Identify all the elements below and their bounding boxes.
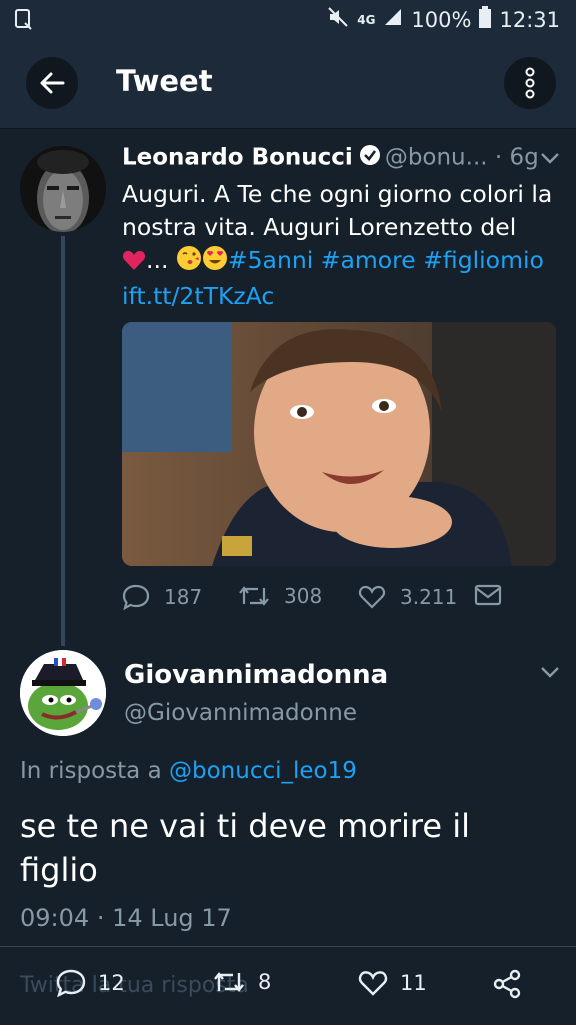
share-button[interactable] xyxy=(492,969,522,999)
kiss-face-icon xyxy=(176,245,202,280)
reply-button[interactable]: 187 xyxy=(122,584,202,610)
more-options-button[interactable] xyxy=(504,57,556,109)
tweet-text: Auguri. A Te che ogni giorno colori la n… xyxy=(122,178,562,313)
like-button[interactable]: 3.211 xyxy=(358,584,457,610)
hashtag-link[interactable]: #5anni xyxy=(228,246,313,274)
ellipsis: ... xyxy=(146,246,169,274)
like-count: 3.211 xyxy=(400,585,458,609)
verified-badge-icon xyxy=(359,144,381,172)
signal-icon xyxy=(383,7,403,32)
share-icon xyxy=(493,969,521,999)
thread-line xyxy=(61,236,65,646)
direct-message-button[interactable] xyxy=(474,584,502,606)
reply-count: 187 xyxy=(164,585,203,609)
tweet-header: Leonardo Bonucci @bonu... · 6g xyxy=(122,144,562,178)
page-title: Tweet xyxy=(116,64,213,98)
status-bar: 4G 100% 12:31 xyxy=(0,0,576,40)
hashtag-link[interactable]: #amore xyxy=(321,246,416,274)
retweet-icon xyxy=(214,972,244,992)
separator-dot: · xyxy=(494,144,503,171)
tweet-photo[interactable] xyxy=(122,322,556,566)
avatar[interactable] xyxy=(20,146,106,232)
reply-count: 12 xyxy=(98,971,125,995)
back-button[interactable] xyxy=(26,57,78,109)
tweet-text-line: Auguri. A Te che ogni giorno colori la xyxy=(122,180,553,208)
battery-percent: 100% xyxy=(411,7,472,32)
author-handle[interactable]: @Giovannimadonne xyxy=(124,700,357,726)
replying-to: In risposta a @bonucci_leo19 xyxy=(20,758,357,784)
tweet-age: 6g xyxy=(509,144,539,171)
avatar[interactable] xyxy=(20,650,106,736)
app-bar: Tweet xyxy=(0,40,576,129)
envelope-icon xyxy=(474,584,502,606)
heart-eyes-icon xyxy=(202,245,228,280)
arrow-left-icon xyxy=(40,72,65,94)
mute-icon xyxy=(327,6,349,33)
reply-icon xyxy=(122,584,150,610)
chevron-down-icon[interactable] xyxy=(540,664,560,683)
hashtag-link[interactable]: #figliomio xyxy=(423,246,544,274)
battery-icon xyxy=(479,6,492,33)
like-button[interactable]: 11 xyxy=(358,969,427,997)
separator-dot: · xyxy=(96,904,105,932)
tweet-date: 14 Lug 17 xyxy=(112,904,232,932)
tweet-text-line: nostra vita. Auguri Lorenzetto del xyxy=(122,213,517,241)
chevron-down-icon[interactable] xyxy=(540,150,560,169)
tweet-actions: 187 308 3.211 xyxy=(122,584,512,618)
author-handle[interactable]: @bonu... xyxy=(385,145,488,171)
author-name[interactable]: Giovannimadonna xyxy=(124,660,388,690)
screenshot-notification-icon xyxy=(14,8,34,34)
clock: 12:31 xyxy=(499,7,560,32)
retweet-icon xyxy=(239,586,269,606)
retweet-count: 8 xyxy=(258,970,272,994)
bottom-action-bar: Twitta la tua risposta 12 8 11 xyxy=(0,946,576,1025)
like-count: 11 xyxy=(400,971,427,995)
heart-icon xyxy=(358,585,386,609)
reply-button[interactable]: 12 xyxy=(56,969,125,997)
retweet-button[interactable]: 308 xyxy=(238,584,322,608)
tweet-text: se te ne vai ti deve morire il figlio xyxy=(20,807,470,889)
replying-to-handle[interactable]: @bonucci_leo19 xyxy=(169,758,357,784)
tweet-time: 09:04 xyxy=(20,904,90,932)
tweet-url-link[interactable]: ift.tt/2tTKzAc xyxy=(122,282,274,310)
network-type: 4G xyxy=(357,12,376,27)
author-name[interactable]: Leonardo Bonucci xyxy=(122,145,353,171)
tweet-timestamp: 09:04 · 14 Lug 17 xyxy=(20,904,232,932)
retweet-button[interactable]: 8 xyxy=(212,969,271,995)
reply-icon xyxy=(56,969,86,997)
replying-label: In risposta a xyxy=(20,758,162,784)
heart-icon xyxy=(358,971,388,996)
retweet-count: 308 xyxy=(284,584,323,608)
vertical-dots-icon xyxy=(525,67,535,99)
red-heart-icon xyxy=(122,247,146,280)
